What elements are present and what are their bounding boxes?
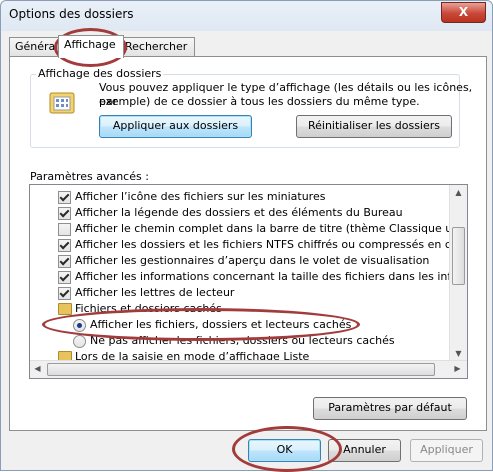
list-item[interactable]: Afficher les lettres de lecteur (58, 285, 234, 301)
list-item-label: Ne pas afficher les fichiers, dossiers o… (90, 334, 395, 347)
tab-general[interactable]: Général (9, 37, 63, 56)
radio-button[interactable] (73, 335, 86, 348)
advanced-settings-list[interactable]: Afficher l’icône des fichiers sur les mi… (29, 184, 468, 379)
scroll-right-icon[interactable]: ▶ (450, 361, 465, 376)
folder-view-description-line2: exemple) de ce dossier à tous les dossie… (99, 95, 420, 108)
checkbox[interactable] (58, 207, 71, 220)
checkbox[interactable] (58, 239, 71, 252)
folder-view-icon (49, 90, 75, 116)
title-bar: Options des dossiers X (1, 1, 492, 31)
folder-view-group-label: Affichage des dossiers (36, 67, 164, 80)
tab-rechercher[interactable]: Rechercher (119, 37, 195, 56)
tab-strip: Général Affichage Rechercher (9, 35, 487, 58)
list-item[interactable]: Afficher les dossiers et les fichiers NT… (58, 237, 468, 253)
list-item[interactable]: Afficher la légende des dossiers et des … (58, 205, 403, 221)
ok-button[interactable]: OK (248, 439, 321, 462)
folder-icon (58, 303, 72, 315)
scroll-left-icon[interactable]: ◀ (30, 361, 45, 376)
list-item-label: Afficher les fichiers, dossiers et lecte… (90, 318, 352, 331)
list-item[interactable]: Afficher le chemin complet dans la barre… (58, 221, 467, 237)
list-item-label: Afficher le chemin complet dans la barre… (75, 222, 467, 235)
list-item-label: Afficher l’icône des fichiers sur les mi… (75, 190, 326, 203)
list-item-label: Fichiers et dossiers cachés (75, 302, 222, 315)
scroll-thumb[interactable] (452, 227, 465, 285)
list-item-label: Afficher les dossiers et les fichiers NT… (75, 238, 468, 251)
restore-defaults-button[interactable]: Paramètres par défaut (313, 397, 467, 420)
radio-button[interactable] (73, 319, 86, 332)
list-item[interactable]: Afficher l’icône des fichiers sur les mi… (58, 189, 325, 205)
close-icon: X (458, 5, 469, 19)
tab-affichage-label: Affichage (64, 38, 116, 51)
list-item-label: Afficher les gestionnaires d’aperçu dans… (75, 254, 430, 267)
checkbox[interactable] (58, 287, 71, 300)
list-item: Fichiers et dossiers cachés (58, 301, 222, 317)
checkbox[interactable] (58, 255, 71, 268)
tab-general-label: Général (15, 40, 59, 53)
list-item[interactable]: Afficher les informations concernant la … (58, 269, 467, 285)
list-item-label: Afficher la légende des dossiers et des … (75, 206, 403, 219)
horizontal-scrollbar[interactable]: ◀ ▶ (30, 360, 467, 378)
window-title: Options des dossiers (9, 7, 134, 21)
tab-affichage[interactable]: Affichage (58, 35, 124, 58)
scroll-thumb[interactable] (47, 363, 435, 376)
tab-rechercher-label: Rechercher (125, 40, 188, 53)
list-item[interactable]: Ne pas afficher les fichiers, dossiers o… (73, 333, 395, 349)
checkbox[interactable] (58, 223, 71, 236)
cancel-button[interactable]: Annuler (328, 439, 401, 462)
scroll-up-icon[interactable]: ▲ (451, 185, 466, 200)
advanced-settings-label: Paramètres avancés : (30, 170, 149, 183)
close-button[interactable]: X (441, 2, 486, 23)
reset-folders-button[interactable]: Réinitialiser les dossiers (296, 115, 452, 138)
vertical-scrollbar[interactable]: ▲ ▼ (449, 185, 467, 361)
apply-to-folders-button[interactable]: Appliquer aux dossiers (99, 115, 252, 138)
checkbox[interactable] (58, 191, 71, 204)
scroll-down-icon[interactable]: ▼ (451, 346, 466, 361)
checkbox[interactable] (58, 271, 71, 284)
folder-options-dialog: Options des dossiers X Général Affichage… (0, 0, 493, 472)
list-item[interactable]: Afficher les gestionnaires d’aperçu dans… (58, 253, 429, 269)
list-item-label: Afficher les informations concernant la … (75, 270, 467, 283)
list-item-label: Afficher les lettres de lecteur (75, 286, 235, 299)
tab-panel: Affichage des dossiers Vous pouvez appli… (9, 56, 487, 431)
apply-button[interactable]: Appliquer (410, 439, 483, 462)
list-item[interactable]: Afficher les fichiers, dossiers et lecte… (73, 317, 351, 333)
